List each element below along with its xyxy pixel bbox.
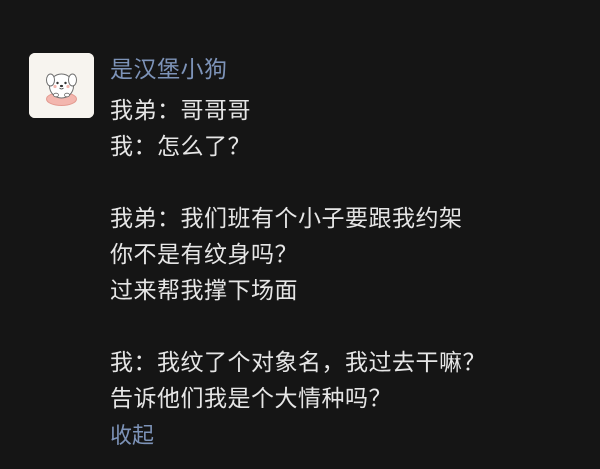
post-line: 你不是有纹身吗？ <box>110 242 298 268</box>
post-line: 我弟：哥哥哥 <box>110 98 251 124</box>
post-content: 我弟：哥哥哥 我：怎么了？ 我弟：我们班有个小子要跟我约架 你不是有纹身吗？ 过… <box>110 93 580 417</box>
collapse-link[interactable]: 收起 <box>110 421 154 453</box>
post-line: 过来帮我撑下场面 <box>110 278 298 304</box>
username[interactable]: 是汉堡小狗 <box>110 54 228 86</box>
hamburger-dog-avatar-icon <box>29 53 94 118</box>
post-card: 是汉堡小狗 我弟：哥哥哥 我：怎么了？ 我弟：我们班有个小子要跟我约架 你不是有… <box>0 0 600 469</box>
post-line: 我：怎么了？ <box>110 134 251 160</box>
avatar[interactable] <box>29 53 94 118</box>
post-line: 我：我纹了个对象名，我过去干嘛？ <box>110 350 486 376</box>
post-line: 告诉他们我是个大情种吗？ <box>110 386 392 412</box>
post-line: 我弟：我们班有个小子要跟我约架 <box>110 206 463 232</box>
